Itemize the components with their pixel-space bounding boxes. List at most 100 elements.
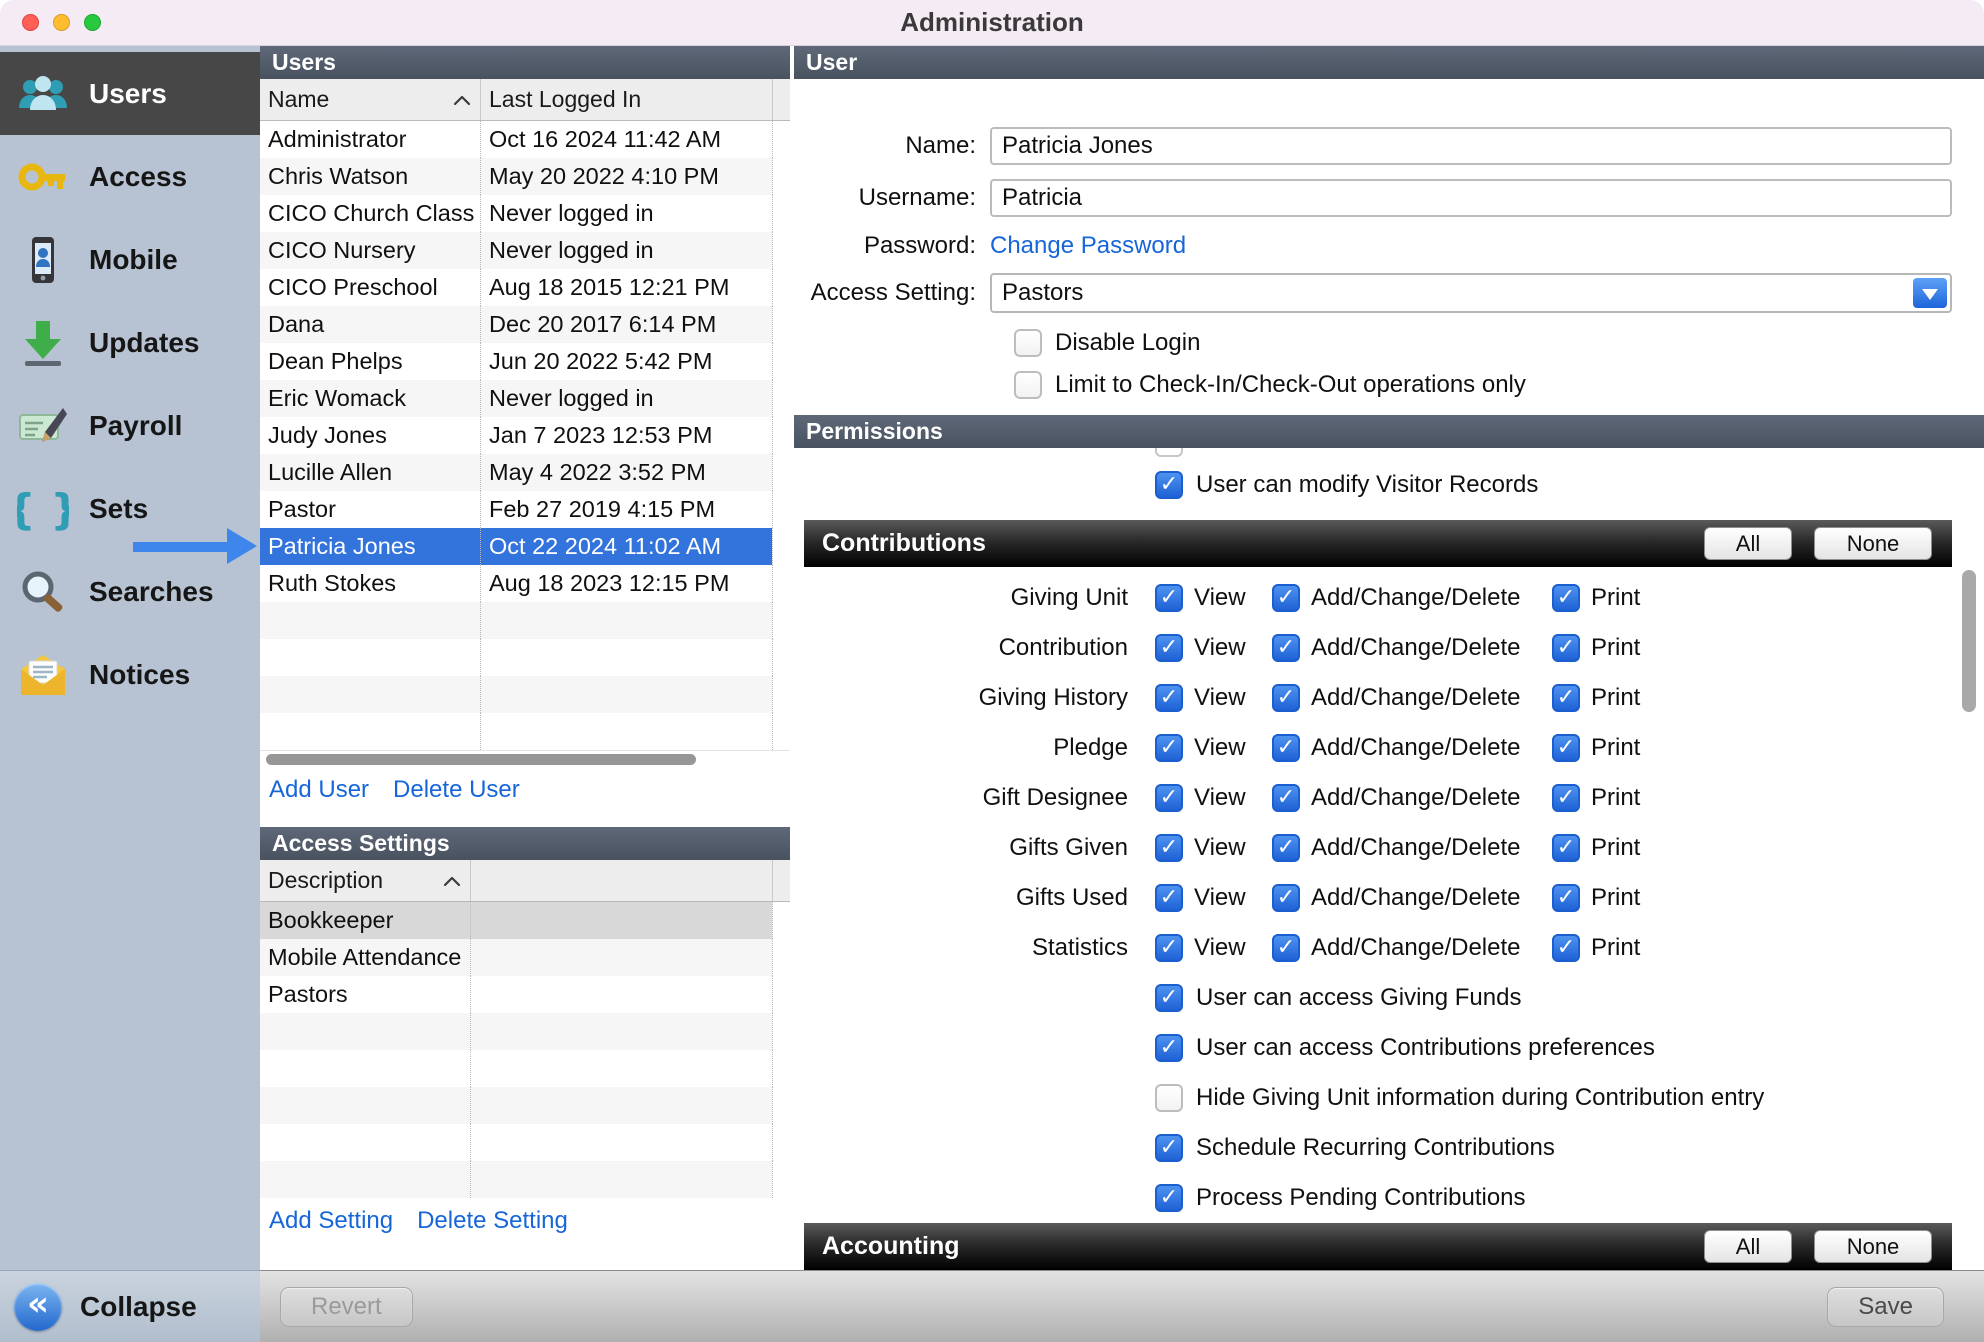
access-table-header: Description — [260, 860, 790, 902]
add-change-delete-label: Add/Change/Delete — [1311, 634, 1520, 662]
user-row-ruth-stokes[interactable]: Ruth StokesAug 18 2023 12:15 PM — [260, 565, 790, 602]
checkbox-statistics-view[interactable] — [1155, 934, 1183, 962]
checkbox-giving-history-print[interactable] — [1552, 684, 1580, 712]
users-table-header: Name Last Logged In — [260, 79, 790, 121]
checkbox-limit-to-check-in-check-out-operations-only[interactable] — [1014, 371, 1042, 399]
user-row-dean-phelps[interactable]: Dean PhelpsJun 20 2022 5:42 PM — [260, 343, 790, 380]
checkbox-user-can-modify-visitor-records[interactable] — [1155, 471, 1183, 499]
sidebar-item-access[interactable]: Access — [0, 135, 260, 218]
column-header-name[interactable]: Name — [260, 79, 480, 120]
close-button[interactable] — [22, 14, 39, 31]
minimize-button[interactable] — [53, 14, 70, 31]
sidebar-item-sets[interactable]: { }Sets — [0, 467, 260, 550]
checkbox-process-pending-contributions[interactable] — [1155, 1184, 1183, 1212]
contributions-options: User can access Giving FundsUser can acc… — [794, 973, 1984, 1223]
horizontal-scrollbar-thumb[interactable] — [266, 754, 696, 765]
contributions-none-button[interactable]: None — [1814, 527, 1932, 560]
user-row-eric-womack[interactable]: Eric WomackNever logged in — [260, 380, 790, 417]
checkbox-pledge-view[interactable] — [1155, 734, 1183, 762]
user-row-cico-nursery[interactable]: CICO NurseryNever logged in — [260, 232, 790, 269]
revert-button[interactable]: Revert — [280, 1287, 413, 1327]
column-header-description[interactable]: Description — [260, 860, 470, 901]
user-row-pastor[interactable]: PastorFeb 27 2019 4:15 PM — [260, 491, 790, 528]
checkbox-pledge-add-change-delete[interactable] — [1272, 734, 1300, 762]
user-row-lucille-allen[interactable]: Lucille AllenMay 4 2022 3:52 PM — [260, 454, 790, 491]
checkbox-giving-unit-print[interactable] — [1552, 584, 1580, 612]
save-button[interactable]: Save — [1827, 1287, 1944, 1327]
access-setting-row-mobile-attendance[interactable]: Mobile Attendance — [260, 939, 790, 976]
dropdown-chevron-icon[interactable] — [1913, 278, 1947, 308]
print-label: Print — [1591, 734, 1640, 762]
option-row-disable-login: Disable Login — [1014, 327, 1984, 359]
accounting-none-button[interactable]: None — [1814, 1230, 1932, 1263]
checkbox-schedule-recurring-contributions[interactable] — [1155, 1134, 1183, 1162]
checkbox-giving-history-add-change-delete[interactable] — [1272, 684, 1300, 712]
name-input[interactable] — [990, 127, 1952, 165]
checkbox-statistics-add-change-delete[interactable] — [1272, 934, 1300, 962]
view-label: View — [1194, 584, 1246, 612]
checkbox-gifts-given-view[interactable] — [1155, 834, 1183, 862]
sidebar-item-searches[interactable]: Searches — [0, 550, 260, 633]
change-password-link[interactable]: Change Password — [990, 232, 1186, 259]
access-setting-row-pastors[interactable]: Pastors — [260, 976, 790, 1013]
checkbox-user-can-access-contributions-preferences[interactable] — [1155, 1034, 1183, 1062]
accounting-all-button[interactable]: All — [1704, 1230, 1792, 1263]
user-row-judy-jones[interactable]: Judy JonesJan 7 2023 12:53 PM — [260, 417, 790, 454]
user-row-cico-preschool[interactable]: CICO PreschoolAug 18 2015 12:21 PM — [260, 269, 790, 306]
user-last-login-cell: Jan 7 2023 12:53 PM — [480, 417, 772, 454]
user-row-chris-watson[interactable]: Chris WatsonMay 20 2022 4:10 PM — [260, 158, 790, 195]
sidebar: Users AccessMobileUpdatesPayroll{ }SetsSe… — [0, 46, 260, 1342]
add-user-link[interactable]: Add User — [269, 776, 369, 804]
checkbox-disable-login[interactable] — [1014, 329, 1042, 357]
delete-user-link[interactable]: Delete User — [393, 776, 520, 804]
checkbox-gifts-used-add-change-delete[interactable] — [1272, 884, 1300, 912]
user-name-cell — [260, 713, 480, 750]
fullscreen-button[interactable] — [84, 14, 101, 31]
access-setting-row-bookkeeper[interactable]: Bookkeeper — [260, 902, 790, 939]
checkbox-contribution-view[interactable] — [1155, 634, 1183, 662]
checkbox-user-can-access-giving-funds[interactable] — [1155, 984, 1183, 1012]
sidebar-item-payroll[interactable]: Payroll — [0, 384, 260, 467]
user-row-patricia-jones[interactable]: Patricia JonesOct 22 2024 11:02 AM — [260, 528, 790, 565]
permissions-top: User can modify Visitor Records — [794, 448, 1984, 520]
checkbox-gifts-given-add-change-delete[interactable] — [1272, 834, 1300, 862]
column-header-last-logged-in[interactable]: Last Logged In — [480, 79, 772, 120]
checkbox-gift-designee-view[interactable] — [1155, 784, 1183, 812]
panel-spacer — [260, 813, 790, 827]
username-input[interactable] — [990, 179, 1952, 217]
svg-text:{ }: { } — [17, 485, 69, 534]
access-setting-select[interactable]: Pastors — [990, 273, 1952, 313]
checkbox-gift-designee-print[interactable] — [1552, 784, 1580, 812]
checkbox-gifts-used-print[interactable] — [1552, 884, 1580, 912]
permission-row-label: Statistics — [794, 923, 1128, 973]
user-row-administrator[interactable]: AdministratorOct 16 2024 11:42 AM — [260, 121, 790, 158]
checkbox-gift-designee-add-change-delete[interactable] — [1272, 784, 1300, 812]
sidebar-item-notices[interactable]: Notices — [0, 633, 260, 716]
sidebar-item-users[interactable]: Users — [0, 52, 260, 135]
checkbox-pledge-print[interactable] — [1552, 734, 1580, 762]
user-row-dana[interactable]: DanaDec 20 2017 6:14 PM — [260, 306, 790, 343]
sidebar-item-mobile[interactable]: Mobile — [0, 218, 260, 301]
user-row-cico-church-class[interactable]: CICO Church ClassNever logged in — [260, 195, 790, 232]
checkbox-gifts-used-view[interactable] — [1155, 884, 1183, 912]
delete-setting-link[interactable]: Delete Setting — [417, 1207, 568, 1235]
checkbox-hide-giving-unit-information-during-contribution-entry[interactable] — [1155, 1084, 1183, 1112]
checkbox-contribution-print[interactable] — [1552, 634, 1580, 662]
user-last-login-cell: May 4 2022 3:52 PM — [480, 454, 772, 491]
horizontal-scrollbar[interactable] — [260, 750, 790, 767]
checkbox-giving-unit-add-change-delete[interactable] — [1272, 584, 1300, 612]
checkbox-statistics-print[interactable] — [1552, 934, 1580, 962]
sidebar-item-updates[interactable]: Updates — [0, 301, 260, 384]
view-label: View — [1194, 634, 1246, 662]
contributions-all-button[interactable]: All — [1704, 527, 1792, 560]
view-label: View — [1194, 834, 1246, 862]
sidebar-item-label: Users — [89, 78, 167, 110]
checkbox-contribution-add-change-delete[interactable] — [1272, 634, 1300, 662]
add-setting-link[interactable]: Add Setting — [269, 1207, 393, 1235]
collapse-button[interactable]: « Collapse — [0, 1270, 260, 1342]
checkbox-giving-unit-view[interactable] — [1155, 584, 1183, 612]
contributions-section-bar: Contributions All None — [804, 520, 1952, 567]
checkbox-giving-history-view[interactable] — [1155, 684, 1183, 712]
vertical-scrollbar-thumb[interactable] — [1962, 570, 1976, 712]
checkbox-gifts-given-print[interactable] — [1552, 834, 1580, 862]
